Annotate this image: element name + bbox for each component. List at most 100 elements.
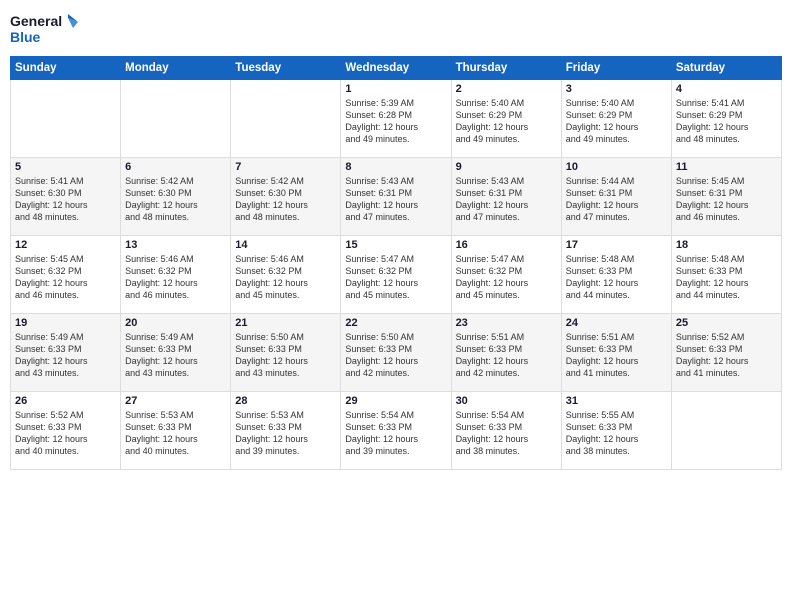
day-number: 20 bbox=[125, 317, 226, 329]
day-info: Sunrise: 5:49 AM Sunset: 6:33 PM Dayligh… bbox=[125, 331, 226, 380]
calendar-week-row: 5 Sunrise: 5:41 AM Sunset: 6:30 PM Daylig… bbox=[11, 158, 782, 236]
day-number: 8 bbox=[345, 161, 446, 173]
day-info: Sunrise: 5:43 AM Sunset: 6:31 PM Dayligh… bbox=[456, 175, 557, 224]
calendar-table: SundayMondayTuesdayWednesdayThursdayFrid… bbox=[10, 56, 782, 470]
calendar-cell: 19 Sunrise: 5:49 AM Sunset: 6:33 PM Dayli… bbox=[11, 314, 121, 392]
calendar-cell bbox=[121, 80, 231, 158]
day-info: Sunrise: 5:51 AM Sunset: 6:33 PM Dayligh… bbox=[566, 331, 667, 380]
calendar-cell: 14 Sunrise: 5:46 AM Sunset: 6:32 PM Dayli… bbox=[231, 236, 341, 314]
day-info: Sunrise: 5:53 AM Sunset: 6:33 PM Dayligh… bbox=[125, 409, 226, 458]
calendar-cell: 16 Sunrise: 5:47 AM Sunset: 6:32 PM Dayli… bbox=[451, 236, 561, 314]
weekday-header: Tuesday bbox=[231, 57, 341, 80]
day-number: 16 bbox=[456, 239, 557, 251]
calendar-cell: 7 Sunrise: 5:42 AM Sunset: 6:30 PM Daylig… bbox=[231, 158, 341, 236]
day-info: Sunrise: 5:46 AM Sunset: 6:32 PM Dayligh… bbox=[125, 253, 226, 302]
weekday-header: Friday bbox=[561, 57, 671, 80]
day-number: 9 bbox=[456, 161, 557, 173]
day-number: 23 bbox=[456, 317, 557, 329]
weekday-header-row: SundayMondayTuesdayWednesdayThursdayFrid… bbox=[11, 57, 782, 80]
day-info: Sunrise: 5:52 AM Sunset: 6:33 PM Dayligh… bbox=[15, 409, 116, 458]
day-number: 5 bbox=[15, 161, 116, 173]
day-info: Sunrise: 5:44 AM Sunset: 6:31 PM Dayligh… bbox=[566, 175, 667, 224]
calendar-cell: 13 Sunrise: 5:46 AM Sunset: 6:32 PM Dayli… bbox=[121, 236, 231, 314]
day-info: Sunrise: 5:41 AM Sunset: 6:30 PM Dayligh… bbox=[15, 175, 116, 224]
day-info: Sunrise: 5:39 AM Sunset: 6:28 PM Dayligh… bbox=[345, 97, 446, 146]
calendar-cell: 22 Sunrise: 5:50 AM Sunset: 6:33 PM Dayli… bbox=[341, 314, 451, 392]
day-info: Sunrise: 5:50 AM Sunset: 6:33 PM Dayligh… bbox=[235, 331, 336, 380]
calendar-cell: 20 Sunrise: 5:49 AM Sunset: 6:33 PM Dayli… bbox=[121, 314, 231, 392]
day-info: Sunrise: 5:54 AM Sunset: 6:33 PM Dayligh… bbox=[345, 409, 446, 458]
calendar-cell: 12 Sunrise: 5:45 AM Sunset: 6:32 PM Dayli… bbox=[11, 236, 121, 314]
calendar-cell: 28Sunrise: 5:53 AM Sunset: 6:33 PM Dayli… bbox=[231, 392, 341, 470]
day-number: 29 bbox=[345, 395, 446, 407]
day-number: 15 bbox=[345, 239, 446, 251]
weekday-header: Thursday bbox=[451, 57, 561, 80]
calendar-cell bbox=[231, 80, 341, 158]
day-info: Sunrise: 5:52 AM Sunset: 6:33 PM Dayligh… bbox=[676, 331, 777, 380]
svg-text:General: General bbox=[10, 13, 62, 29]
day-number: 10 bbox=[566, 161, 667, 173]
calendar-cell: 11Sunrise: 5:45 AM Sunset: 6:31 PM Dayli… bbox=[671, 158, 781, 236]
calendar-cell: 3Sunrise: 5:40 AM Sunset: 6:29 PM Daylig… bbox=[561, 80, 671, 158]
day-number: 14 bbox=[235, 239, 336, 251]
weekday-header: Wednesday bbox=[341, 57, 451, 80]
day-info: Sunrise: 5:48 AM Sunset: 6:33 PM Dayligh… bbox=[566, 253, 667, 302]
day-number: 17 bbox=[566, 239, 667, 251]
calendar-cell: 2Sunrise: 5:40 AM Sunset: 6:29 PM Daylig… bbox=[451, 80, 561, 158]
day-number: 4 bbox=[676, 83, 777, 95]
day-number: 24 bbox=[566, 317, 667, 329]
calendar-cell: 15 Sunrise: 5:47 AM Sunset: 6:32 PM Dayli… bbox=[341, 236, 451, 314]
calendar-cell: 6Sunrise: 5:42 AM Sunset: 6:30 PM Daylig… bbox=[121, 158, 231, 236]
day-number: 25 bbox=[676, 317, 777, 329]
day-number: 30 bbox=[456, 395, 557, 407]
day-info: Sunrise: 5:46 AM Sunset: 6:32 PM Dayligh… bbox=[235, 253, 336, 302]
day-number: 22 bbox=[345, 317, 446, 329]
calendar-cell: 25 Sunrise: 5:52 AM Sunset: 6:33 PM Dayli… bbox=[671, 314, 781, 392]
calendar-cell: 10 Sunrise: 5:44 AM Sunset: 6:31 PM Dayli… bbox=[561, 158, 671, 236]
day-number: 11 bbox=[676, 161, 777, 173]
day-info: Sunrise: 5:49 AM Sunset: 6:33 PM Dayligh… bbox=[15, 331, 116, 380]
calendar-cell: 1Sunrise: 5:39 AM Sunset: 6:28 PM Daylig… bbox=[341, 80, 451, 158]
svg-text:Blue: Blue bbox=[10, 29, 41, 45]
header: General Blue bbox=[10, 10, 782, 48]
calendar-cell: 30 Sunrise: 5:54 AM Sunset: 6:33 PM Dayli… bbox=[451, 392, 561, 470]
day-info: Sunrise: 5:54 AM Sunset: 6:33 PM Dayligh… bbox=[456, 409, 557, 458]
day-info: Sunrise: 5:41 AM Sunset: 6:29 PM Dayligh… bbox=[676, 97, 777, 146]
day-info: Sunrise: 5:47 AM Sunset: 6:32 PM Dayligh… bbox=[345, 253, 446, 302]
day-info: Sunrise: 5:42 AM Sunset: 6:30 PM Dayligh… bbox=[125, 175, 226, 224]
logo-svg: General Blue bbox=[10, 10, 80, 48]
day-info: Sunrise: 5:43 AM Sunset: 6:31 PM Dayligh… bbox=[345, 175, 446, 224]
calendar-cell: 23 Sunrise: 5:51 AM Sunset: 6:33 PM Dayli… bbox=[451, 314, 561, 392]
day-number: 31 bbox=[566, 395, 667, 407]
day-number: 28 bbox=[235, 395, 336, 407]
calendar-cell: 24 Sunrise: 5:51 AM Sunset: 6:33 PM Dayli… bbox=[561, 314, 671, 392]
day-info: Sunrise: 5:40 AM Sunset: 6:29 PM Dayligh… bbox=[566, 97, 667, 146]
calendar-cell: 5 Sunrise: 5:41 AM Sunset: 6:30 PM Daylig… bbox=[11, 158, 121, 236]
day-number: 19 bbox=[15, 317, 116, 329]
calendar-cell: 9 Sunrise: 5:43 AM Sunset: 6:31 PM Daylig… bbox=[451, 158, 561, 236]
calendar-cell: 4 Sunrise: 5:41 AM Sunset: 6:29 PM Daylig… bbox=[671, 80, 781, 158]
day-info: Sunrise: 5:42 AM Sunset: 6:30 PM Dayligh… bbox=[235, 175, 336, 224]
day-number: 7 bbox=[235, 161, 336, 173]
day-number: 13 bbox=[125, 239, 226, 251]
calendar-week-row: 1Sunrise: 5:39 AM Sunset: 6:28 PM Daylig… bbox=[11, 80, 782, 158]
day-number: 12 bbox=[15, 239, 116, 251]
calendar-cell: 29 Sunrise: 5:54 AM Sunset: 6:33 PM Dayli… bbox=[341, 392, 451, 470]
calendar-week-row: 12 Sunrise: 5:45 AM Sunset: 6:32 PM Dayli… bbox=[11, 236, 782, 314]
day-number: 26 bbox=[15, 395, 116, 407]
day-info: Sunrise: 5:45 AM Sunset: 6:32 PM Dayligh… bbox=[15, 253, 116, 302]
calendar-cell bbox=[671, 392, 781, 470]
calendar-cell: 17 Sunrise: 5:48 AM Sunset: 6:33 PM Dayli… bbox=[561, 236, 671, 314]
day-number: 27 bbox=[125, 395, 226, 407]
weekday-header: Monday bbox=[121, 57, 231, 80]
day-info: Sunrise: 5:40 AM Sunset: 6:29 PM Dayligh… bbox=[456, 97, 557, 146]
day-info: Sunrise: 5:50 AM Sunset: 6:33 PM Dayligh… bbox=[345, 331, 446, 380]
weekday-header: Sunday bbox=[11, 57, 121, 80]
day-info: Sunrise: 5:47 AM Sunset: 6:32 PM Dayligh… bbox=[456, 253, 557, 302]
calendar-cell: 8 Sunrise: 5:43 AM Sunset: 6:31 PM Daylig… bbox=[341, 158, 451, 236]
day-info: Sunrise: 5:55 AM Sunset: 6:33 PM Dayligh… bbox=[566, 409, 667, 458]
day-info: Sunrise: 5:51 AM Sunset: 6:33 PM Dayligh… bbox=[456, 331, 557, 380]
calendar-cell bbox=[11, 80, 121, 158]
calendar-cell: 21Sunrise: 5:50 AM Sunset: 6:33 PM Dayli… bbox=[231, 314, 341, 392]
calendar-cell: 26 Sunrise: 5:52 AM Sunset: 6:33 PM Dayli… bbox=[11, 392, 121, 470]
